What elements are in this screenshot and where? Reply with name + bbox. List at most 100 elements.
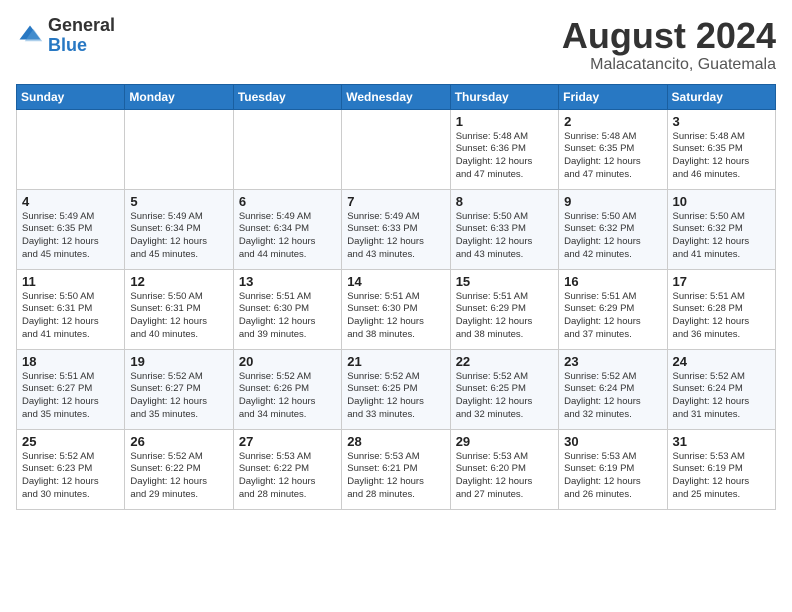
day-number: 11 — [22, 274, 119, 289]
day-number: 2 — [564, 114, 661, 129]
day-detail: Sunrise: 5:51 AM Sunset: 6:27 PM Dayligh… — [22, 371, 119, 422]
calendar-day-header: Monday — [125, 84, 233, 109]
day-detail: Sunrise: 5:52 AM Sunset: 6:26 PM Dayligh… — [239, 371, 336, 422]
calendar-day-header: Wednesday — [342, 84, 450, 109]
calendar-cell — [125, 109, 233, 189]
day-detail: Sunrise: 5:51 AM Sunset: 6:30 PM Dayligh… — [347, 291, 444, 342]
calendar-day-header: Sunday — [17, 84, 125, 109]
calendar-cell: 22 Sunrise: 5:52 AM Sunset: 6:25 PM Dayli… — [450, 349, 558, 429]
day-detail: Sunrise: 5:51 AM Sunset: 6:29 PM Dayligh… — [564, 291, 661, 342]
calendar-cell: 2 Sunrise: 5:48 AM Sunset: 6:35 PM Daylig… — [559, 109, 667, 189]
day-detail: Sunrise: 5:51 AM Sunset: 6:29 PM Dayligh… — [456, 291, 553, 342]
day-detail: Sunrise: 5:48 AM Sunset: 6:36 PM Dayligh… — [456, 131, 553, 182]
day-number: 6 — [239, 194, 336, 209]
day-detail: Sunrise: 5:53 AM Sunset: 6:22 PM Dayligh… — [239, 451, 336, 502]
day-detail: Sunrise: 5:53 AM Sunset: 6:21 PM Dayligh… — [347, 451, 444, 502]
calendar-cell: 25 Sunrise: 5:52 AM Sunset: 6:23 PM Dayli… — [17, 429, 125, 509]
day-number: 10 — [673, 194, 770, 209]
day-detail: Sunrise: 5:52 AM Sunset: 6:27 PM Dayligh… — [130, 371, 227, 422]
page-header: General Blue August 2024 Malacatancito, … — [16, 16, 776, 74]
calendar-cell: 7Sunrise: 5:49 AM Sunset: 6:33 PM Daylig… — [342, 189, 450, 269]
day-detail: Sunrise: 5:49 AM Sunset: 6:35 PM Dayligh… — [22, 211, 119, 262]
day-number: 5 — [130, 194, 227, 209]
calendar-cell: 14 Sunrise: 5:51 AM Sunset: 6:30 PM Dayli… — [342, 269, 450, 349]
day-detail: Sunrise: 5:50 AM Sunset: 6:31 PM Dayligh… — [130, 291, 227, 342]
logo-blue: Blue — [48, 35, 87, 55]
day-number: 16 — [564, 274, 661, 289]
calendar-cell: 27Sunrise: 5:53 AM Sunset: 6:22 PM Dayli… — [233, 429, 341, 509]
calendar-cell: 16 Sunrise: 5:51 AM Sunset: 6:29 PM Dayli… — [559, 269, 667, 349]
day-detail: Sunrise: 5:53 AM Sunset: 6:19 PM Dayligh… — [564, 451, 661, 502]
calendar-cell: 12 Sunrise: 5:50 AM Sunset: 6:31 PM Dayli… — [125, 269, 233, 349]
calendar-cell: 9Sunrise: 5:50 AM Sunset: 6:32 PM Daylig… — [559, 189, 667, 269]
calendar-cell: 4 Sunrise: 5:49 AM Sunset: 6:35 PM Daylig… — [17, 189, 125, 269]
day-number: 12 — [130, 274, 227, 289]
calendar-cell — [17, 109, 125, 189]
day-number: 18 — [22, 354, 119, 369]
calendar-cell: 1 Sunrise: 5:48 AM Sunset: 6:36 PM Daylig… — [450, 109, 558, 189]
day-detail: Sunrise: 5:51 AM Sunset: 6:30 PM Dayligh… — [239, 291, 336, 342]
day-number: 4 — [22, 194, 119, 209]
day-number: 25 — [22, 434, 119, 449]
calendar-cell: 18 Sunrise: 5:51 AM Sunset: 6:27 PM Dayli… — [17, 349, 125, 429]
title-block: August 2024 Malacatancito, Guatemala — [562, 16, 776, 74]
logo: General Blue — [16, 16, 115, 56]
day-number: 21 — [347, 354, 444, 369]
logo-general: General — [48, 15, 115, 35]
day-number: 7 — [347, 194, 444, 209]
calendar-table: SundayMondayTuesdayWednesdayThursdayFrid… — [16, 84, 776, 510]
calendar-cell: 21 Sunrise: 5:52 AM Sunset: 6:25 PM Dayli… — [342, 349, 450, 429]
day-detail: Sunrise: 5:52 AM Sunset: 6:25 PM Dayligh… — [347, 371, 444, 422]
calendar-cell: 19Sunrise: 5:52 AM Sunset: 6:27 PM Dayli… — [125, 349, 233, 429]
day-number: 1 — [456, 114, 553, 129]
day-detail: Sunrise: 5:50 AM Sunset: 6:31 PM Dayligh… — [22, 291, 119, 342]
day-number: 3 — [673, 114, 770, 129]
day-number: 30 — [564, 434, 661, 449]
day-detail: Sunrise: 5:53 AM Sunset: 6:19 PM Dayligh… — [673, 451, 770, 502]
calendar-cell: 3Sunrise: 5:48 AM Sunset: 6:35 PM Daylig… — [667, 109, 775, 189]
day-detail: Sunrise: 5:53 AM Sunset: 6:20 PM Dayligh… — [456, 451, 553, 502]
calendar-cell: 11 Sunrise: 5:50 AM Sunset: 6:31 PM Dayli… — [17, 269, 125, 349]
calendar-cell: 5 Sunrise: 5:49 AM Sunset: 6:34 PM Daylig… — [125, 189, 233, 269]
calendar-cell: 6 Sunrise: 5:49 AM Sunset: 6:34 PM Daylig… — [233, 189, 341, 269]
calendar-cell: 24 Sunrise: 5:52 AM Sunset: 6:24 PM Dayli… — [667, 349, 775, 429]
calendar-cell: 8 Sunrise: 5:50 AM Sunset: 6:33 PM Daylig… — [450, 189, 558, 269]
calendar-cell — [233, 109, 341, 189]
calendar-week-row: 18 Sunrise: 5:51 AM Sunset: 6:27 PM Dayli… — [17, 349, 776, 429]
day-detail: Sunrise: 5:49 AM Sunset: 6:34 PM Dayligh… — [130, 211, 227, 262]
day-detail: Sunrise: 5:50 AM Sunset: 6:32 PM Dayligh… — [564, 211, 661, 262]
calendar-cell: 29 Sunrise: 5:53 AM Sunset: 6:20 PM Dayli… — [450, 429, 558, 509]
calendar-cell: 28 Sunrise: 5:53 AM Sunset: 6:21 PM Dayli… — [342, 429, 450, 509]
calendar-cell: 15 Sunrise: 5:51 AM Sunset: 6:29 PM Dayli… — [450, 269, 558, 349]
day-detail: Sunrise: 5:52 AM Sunset: 6:23 PM Dayligh… — [22, 451, 119, 502]
calendar-cell: 30 Sunrise: 5:53 AM Sunset: 6:19 PM Dayli… — [559, 429, 667, 509]
day-number: 15 — [456, 274, 553, 289]
day-detail: Sunrise: 5:50 AM Sunset: 6:32 PM Dayligh… — [673, 211, 770, 262]
calendar-cell: 26 Sunrise: 5:52 AM Sunset: 6:22 PM Dayli… — [125, 429, 233, 509]
day-detail: Sunrise: 5:48 AM Sunset: 6:35 PM Dayligh… — [564, 131, 661, 182]
day-detail: Sunrise: 5:52 AM Sunset: 6:22 PM Dayligh… — [130, 451, 227, 502]
day-detail: Sunrise: 5:50 AM Sunset: 6:33 PM Dayligh… — [456, 211, 553, 262]
day-number: 22 — [456, 354, 553, 369]
day-number: 8 — [456, 194, 553, 209]
day-number: 29 — [456, 434, 553, 449]
day-number: 26 — [130, 434, 227, 449]
logo-text: General Blue — [48, 16, 115, 56]
calendar-cell: 31 Sunrise: 5:53 AM Sunset: 6:19 PM Dayli… — [667, 429, 775, 509]
day-number: 13 — [239, 274, 336, 289]
day-number: 24 — [673, 354, 770, 369]
calendar-day-header: Friday — [559, 84, 667, 109]
day-number: 31 — [673, 434, 770, 449]
calendar-week-row: 1 Sunrise: 5:48 AM Sunset: 6:36 PM Daylig… — [17, 109, 776, 189]
logo-icon — [16, 22, 44, 50]
day-detail: Sunrise: 5:52 AM Sunset: 6:24 PM Dayligh… — [673, 371, 770, 422]
calendar-day-header: Saturday — [667, 84, 775, 109]
day-detail: Sunrise: 5:52 AM Sunset: 6:24 PM Dayligh… — [564, 371, 661, 422]
calendar-week-row: 4 Sunrise: 5:49 AM Sunset: 6:35 PM Daylig… — [17, 189, 776, 269]
day-detail: Sunrise: 5:49 AM Sunset: 6:34 PM Dayligh… — [239, 211, 336, 262]
day-detail: Sunrise: 5:52 AM Sunset: 6:25 PM Dayligh… — [456, 371, 553, 422]
month-year-title: August 2024 — [562, 16, 776, 56]
calendar-cell: 10 Sunrise: 5:50 AM Sunset: 6:32 PM Dayli… — [667, 189, 775, 269]
day-number: 14 — [347, 274, 444, 289]
day-number: 28 — [347, 434, 444, 449]
